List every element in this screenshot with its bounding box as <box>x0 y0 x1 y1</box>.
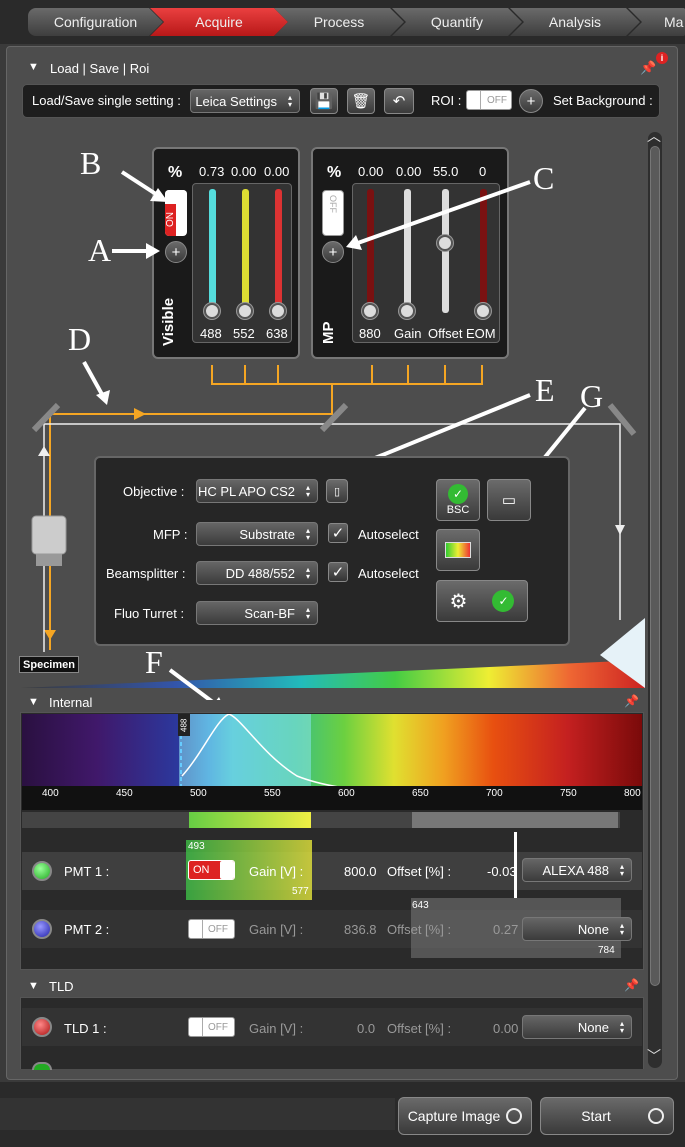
annotation-d: D <box>68 321 92 357</box>
tick-450: 450 <box>116 788 133 799</box>
mfp-autoselect-label: Autoselect <box>358 527 419 542</box>
bottom-status-area <box>0 1098 395 1130</box>
objective-label: Objective : <box>123 484 185 499</box>
annotation-c: C <box>533 160 555 196</box>
pmt2-label: PMT 2 : <box>64 922 110 937</box>
annotation-e: E <box>535 372 555 408</box>
tick-750: 750 <box>560 788 577 799</box>
tld1-label: TLD 1 : <box>64 1021 107 1036</box>
annotation-b: B <box>80 145 102 181</box>
start-button[interactable]: Start <box>540 1097 674 1135</box>
fluo-turret-select[interactable]: Scan-BF <box>196 601 318 625</box>
pmt1-range-bar[interactable] <box>189 812 311 828</box>
pmt1-dye-select[interactable]: ALEXA 488 <box>522 858 632 882</box>
tick-800: 800 <box>624 788 641 799</box>
pmt1-range-lo: 493 <box>188 841 205 852</box>
pmt1-offset-label: Offset [%] : <box>387 864 452 879</box>
scroll-down-icon[interactable]: ﹀ <box>647 1046 661 1066</box>
filter-wheel-icon: ⚙ <box>449 590 468 613</box>
beamsplitter-autoselect-checkbox[interactable]: ✓ <box>328 562 348 582</box>
check-icon: ✓ <box>448 484 468 504</box>
pmt1-label: PMT 1 : <box>64 864 110 879</box>
pmt2-gain-label: Gain [V] : <box>249 922 304 937</box>
tld1-offset-value[interactable]: 0.00 <box>493 1021 518 1036</box>
pmt1-status-led <box>32 861 52 881</box>
tld1-gain-label: Gain [V] : <box>249 1021 304 1036</box>
tick-650: 650 <box>412 788 429 799</box>
mfp-select[interactable]: Substrate <box>196 522 318 546</box>
specimen-label: Specimen <box>19 656 79 673</box>
pmt2-offset-value[interactable]: 0.27 <box>493 922 518 937</box>
tick-500: 500 <box>190 788 207 799</box>
pmt1-gain-label: Gain [V] : <box>249 864 304 879</box>
mfp-autoselect-checkbox[interactable]: ✓ <box>328 523 348 543</box>
pmt1-offset-value[interactable]: -0.03 <box>487 864 517 879</box>
scanner-icon[interactable]: ▭ <box>487 479 531 521</box>
laser-line-marker[interactable]: 488 <box>178 714 190 736</box>
capture-image-button[interactable]: Capture Image <box>398 1097 532 1135</box>
collapse-tld-icon[interactable]: ▼ <box>28 980 39 992</box>
annotation-f: F <box>145 644 163 680</box>
filter-wheel-button[interactable]: ⚙ ✓ <box>436 580 528 622</box>
objective-info-icon[interactable]: ▯ <box>326 479 348 503</box>
tick-700: 700 <box>486 788 503 799</box>
pmt2-dye-select[interactable]: None <box>522 917 632 941</box>
pmt2-range-bar[interactable] <box>412 812 618 828</box>
tld1-offset-label: Offset [%] : <box>387 1021 452 1036</box>
pmt2-range-lo: 643 <box>412 900 429 911</box>
pmt2-range-handle[interactable] <box>514 832 517 898</box>
pmt2-offset-label: Offset [%] : <box>387 922 452 937</box>
tld1-status-led <box>32 1017 52 1037</box>
pin-tld-icon[interactable]: 📌 <box>624 978 639 992</box>
record-icon <box>506 1108 522 1124</box>
pmt1-range-hi: 577 <box>292 886 309 897</box>
tld1-dye-select[interactable]: None <box>522 1015 632 1039</box>
tld-title: TLD <box>49 979 74 994</box>
wavelength-axis: 400 450 500 550 600 650 700 750 800 <box>22 786 642 808</box>
beamsplitter-autoselect-label: Autoselect <box>358 566 419 581</box>
pin-internal-icon[interactable]: 📌 <box>624 694 639 708</box>
tld1-toggle[interactable]: OFF <box>188 1017 235 1037</box>
tick-600: 600 <box>338 788 355 799</box>
bsc-button[interactable]: ✓ BSC <box>436 479 480 521</box>
spectral-detector-icon[interactable] <box>436 529 480 571</box>
pmt2-gain-value[interactable]: 836.8 <box>344 922 377 937</box>
fluo-turret-label: Fluo Turret : <box>114 606 185 621</box>
collapse-internal-icon[interactable]: ▼ <box>28 696 39 708</box>
tld2-status-led <box>32 1062 52 1070</box>
pmt2-toggle[interactable]: OFF <box>188 919 235 939</box>
internal-title: Internal <box>49 695 93 710</box>
beamsplitter-select[interactable]: DD 488/552 <box>196 561 318 585</box>
annotation-a: A <box>88 232 112 268</box>
tick-550: 550 <box>264 788 281 799</box>
beamsplitter-label: Beamsplitter : <box>106 566 186 581</box>
record-icon <box>648 1108 664 1124</box>
pmt1-toggle[interactable]: ON <box>188 860 235 880</box>
annotation-g: G <box>580 378 604 414</box>
objective-select[interactable]: HC PL APO CS2 <box>196 479 318 503</box>
mfp-label: MFP : <box>153 527 188 542</box>
pmt2-range-hi: 784 <box>598 945 615 956</box>
pmt1-gain-value[interactable]: 800.0 <box>344 864 377 879</box>
check-icon: ✓ <box>492 590 515 612</box>
tick-400: 400 <box>42 788 59 799</box>
tld1-gain-value[interactable]: 0.0 <box>357 1021 375 1036</box>
pmt2-status-led <box>32 919 52 939</box>
